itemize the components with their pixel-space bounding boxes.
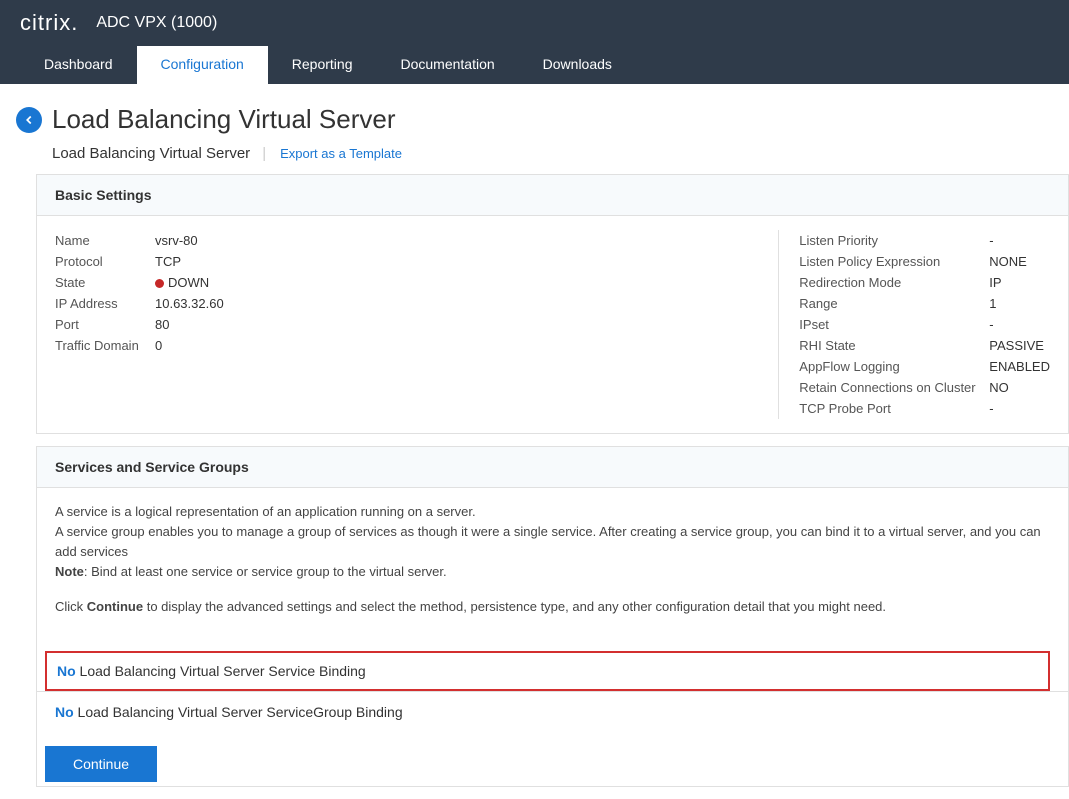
- appflow-value: ENABLED: [989, 359, 1050, 374]
- tab-configuration[interactable]: Configuration: [137, 46, 268, 84]
- appflow-label: AppFlow Logging: [799, 359, 989, 374]
- sub-header: Load Balancing Virtual Server | Export a…: [0, 145, 1069, 174]
- tab-downloads[interactable]: Downloads: [519, 46, 636, 84]
- continue-hint: Click Continue to display the advanced s…: [55, 597, 1058, 617]
- separator: |: [262, 145, 266, 162]
- rhi-state-label: RHI State: [799, 338, 989, 353]
- servicegroup-binding-link[interactable]: No Load Balancing Virtual Server Service…: [37, 691, 1068, 732]
- state-label: State: [55, 275, 155, 290]
- page-title: Load Balancing Virtual Server: [52, 104, 396, 135]
- port-value: 80: [155, 317, 169, 332]
- listen-policy-label: Listen Policy Expression: [799, 254, 989, 269]
- arrow-left-icon: [22, 113, 36, 127]
- tab-documentation[interactable]: Documentation: [376, 46, 518, 84]
- range-value: 1: [989, 296, 996, 311]
- name-value: vsrv-80: [155, 233, 198, 248]
- protocol-label: Protocol: [55, 254, 155, 269]
- continue-button[interactable]: Continue: [45, 746, 157, 782]
- services-panel: Services and Service Groups A service is…: [36, 446, 1069, 787]
- ipset-label: IPset: [799, 317, 989, 332]
- traffic-domain-label: Traffic Domain: [55, 338, 155, 353]
- retain-conn-label: Retain Connections on Cluster: [799, 380, 989, 395]
- tab-dashboard[interactable]: Dashboard: [20, 46, 137, 84]
- top-bar: citrix. ADC VPX (1000): [0, 0, 1069, 46]
- back-button[interactable]: [16, 107, 42, 133]
- basic-settings-right-col: Listen Priority- Listen Policy Expressio…: [779, 230, 1050, 419]
- status-down-icon: [155, 279, 164, 288]
- services-description: A service is a logical representation of…: [55, 502, 1058, 583]
- basic-settings-header: Basic Settings: [37, 175, 1068, 216]
- state-value: DOWN: [155, 275, 209, 290]
- redirection-mode-label: Redirection Mode: [799, 275, 989, 290]
- breadcrumb-label: Load Balancing Virtual Server: [52, 145, 250, 162]
- protocol-value: TCP: [155, 254, 181, 269]
- port-label: Port: [55, 317, 155, 332]
- tcp-probe-label: TCP Probe Port: [799, 401, 989, 416]
- ip-value: 10.63.32.60: [155, 296, 224, 311]
- page-header: Load Balancing Virtual Server: [0, 84, 1069, 145]
- listen-priority-label: Listen Priority: [799, 233, 989, 248]
- basic-settings-left-col: Namevsrv-80 ProtocolTCP StateDOWN IP Add…: [55, 230, 779, 419]
- service-binding-link[interactable]: No Load Balancing Virtual Server Service…: [45, 651, 1050, 691]
- range-label: Range: [799, 296, 989, 311]
- redirection-mode-value: IP: [989, 275, 1001, 290]
- tcp-probe-value: -: [989, 401, 993, 416]
- basic-settings-panel: Basic Settings Namevsrv-80 ProtocolTCP S…: [36, 174, 1069, 434]
- product-name: ADC VPX (1000): [96, 14, 217, 32]
- tab-reporting[interactable]: Reporting: [268, 46, 377, 84]
- traffic-domain-value: 0: [155, 338, 162, 353]
- ipset-value: -: [989, 317, 993, 332]
- listen-policy-value: NONE: [989, 254, 1027, 269]
- nav-tabs: Dashboard Configuration Reporting Docume…: [0, 46, 1069, 84]
- ip-label: IP Address: [55, 296, 155, 311]
- name-label: Name: [55, 233, 155, 248]
- export-template-link[interactable]: Export as a Template: [280, 146, 402, 161]
- citrix-logo: citrix.: [20, 10, 78, 36]
- listen-priority-value: -: [989, 233, 993, 248]
- retain-conn-value: NO: [989, 380, 1009, 395]
- rhi-state-value: PASSIVE: [989, 338, 1044, 353]
- services-header: Services and Service Groups: [37, 447, 1068, 488]
